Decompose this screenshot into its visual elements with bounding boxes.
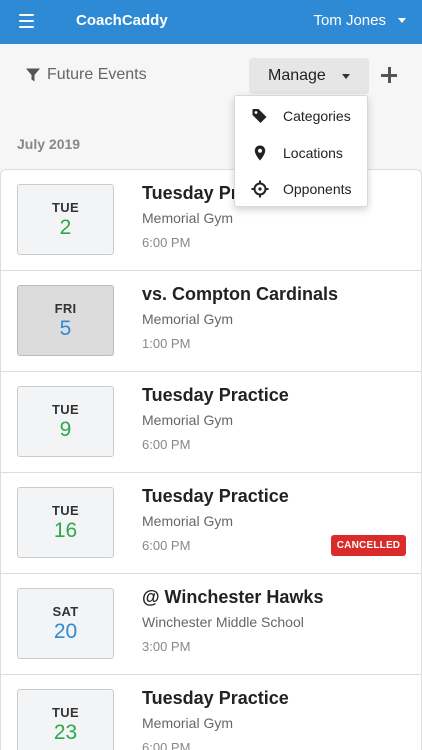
event-weekday: SAT	[52, 603, 79, 619]
event-weekday: TUE	[52, 401, 79, 417]
event-time: 6:00 PM	[142, 538, 191, 553]
event-list: TUE 2 Tuesday Pra Memorial Gym 6:00 PM F…	[0, 169, 422, 750]
event-location: Memorial Gym	[142, 311, 234, 327]
event-title: Tuesday Practice	[142, 688, 289, 708]
event-day: 9	[59, 417, 72, 441]
filter-icon	[26, 68, 40, 82]
month-header: July 2019	[17, 136, 81, 152]
menu-item-categories[interactable]: Categories	[235, 98, 367, 135]
add-event-button[interactable]	[381, 67, 397, 83]
chevron-down-icon	[342, 74, 350, 79]
date-box: TUE 2	[17, 184, 114, 255]
chevron-down-icon	[398, 18, 406, 23]
tag-icon	[251, 107, 269, 125]
manage-dropdown-menu: Categories Locations Opponents	[234, 95, 368, 207]
event-day: 23	[53, 720, 78, 744]
event-row[interactable]: SAT 20 @ Winchester Hawks Winchester Mid…	[1, 574, 421, 675]
date-box: FRI 5	[17, 285, 114, 356]
event-weekday: TUE	[52, 199, 79, 215]
filter-label: Future Events	[47, 66, 147, 83]
event-title: Tuesday Practice	[142, 385, 289, 405]
event-time: 6:00 PM	[142, 235, 191, 250]
menu-item-label: Categories	[283, 108, 351, 125]
event-title: vs. Compton Cardinals	[142, 284, 339, 304]
menu-icon[interactable]	[19, 14, 34, 28]
map-pin-icon	[251, 144, 269, 162]
event-day: 16	[53, 518, 78, 542]
user-menu[interactable]: Tom Jones	[313, 12, 406, 29]
event-time: 6:00 PM	[142, 740, 191, 750]
event-location: Winchester Middle School	[142, 614, 304, 630]
event-location: Memorial Gym	[142, 715, 234, 731]
event-location: Memorial Gym	[142, 210, 234, 226]
manage-button[interactable]: Manage	[249, 58, 369, 94]
event-location: Memorial Gym	[142, 513, 234, 529]
events-filter[interactable]: Future Events	[25, 66, 147, 84]
event-day: 20	[53, 619, 78, 643]
event-time: 3:00 PM	[142, 639, 191, 654]
menu-item-label: Opponents	[283, 181, 352, 198]
event-weekday: FRI	[54, 300, 77, 316]
menu-item-opponents[interactable]: Opponents	[235, 171, 367, 208]
crosshair-icon	[251, 180, 269, 198]
event-day: 2	[59, 215, 72, 239]
event-title: @ Winchester Hawks	[142, 587, 324, 607]
date-box: TUE 23	[17, 689, 114, 750]
manage-label: Manage	[268, 67, 326, 84]
event-location: Memorial Gym	[142, 412, 234, 428]
event-day: 5	[59, 316, 72, 340]
user-name: Tom Jones	[313, 12, 386, 29]
event-time: 6:00 PM	[142, 437, 191, 452]
top-navbar: CoachCaddy Tom Jones	[0, 0, 422, 44]
event-weekday: TUE	[52, 704, 79, 720]
menu-item-label: Locations	[283, 144, 343, 161]
date-box: SAT 20	[17, 588, 114, 659]
date-box: TUE 16	[17, 487, 114, 558]
event-title: Tuesday Practice	[142, 486, 289, 506]
event-row[interactable]: TUE 23 Tuesday Practice Memorial Gym 6:0…	[1, 675, 421, 750]
event-weekday: TUE	[52, 502, 79, 518]
event-row[interactable]: TUE 9 Tuesday Practice Memorial Gym 6:00…	[1, 372, 421, 473]
cancelled-badge: CANCELLED	[331, 535, 406, 556]
app-brand[interactable]: CoachCaddy	[76, 12, 168, 29]
event-title: Tuesday Pra	[142, 183, 248, 203]
event-row[interactable]: TUE 16 Tuesday Practice Memorial Gym 6:0…	[1, 473, 421, 574]
event-row[interactable]: FRI 5 vs. Compton Cardinals Memorial Gym…	[1, 271, 421, 372]
date-box: TUE 9	[17, 386, 114, 457]
menu-item-locations[interactable]: Locations	[235, 135, 367, 172]
event-time: 1:00 PM	[142, 336, 191, 351]
